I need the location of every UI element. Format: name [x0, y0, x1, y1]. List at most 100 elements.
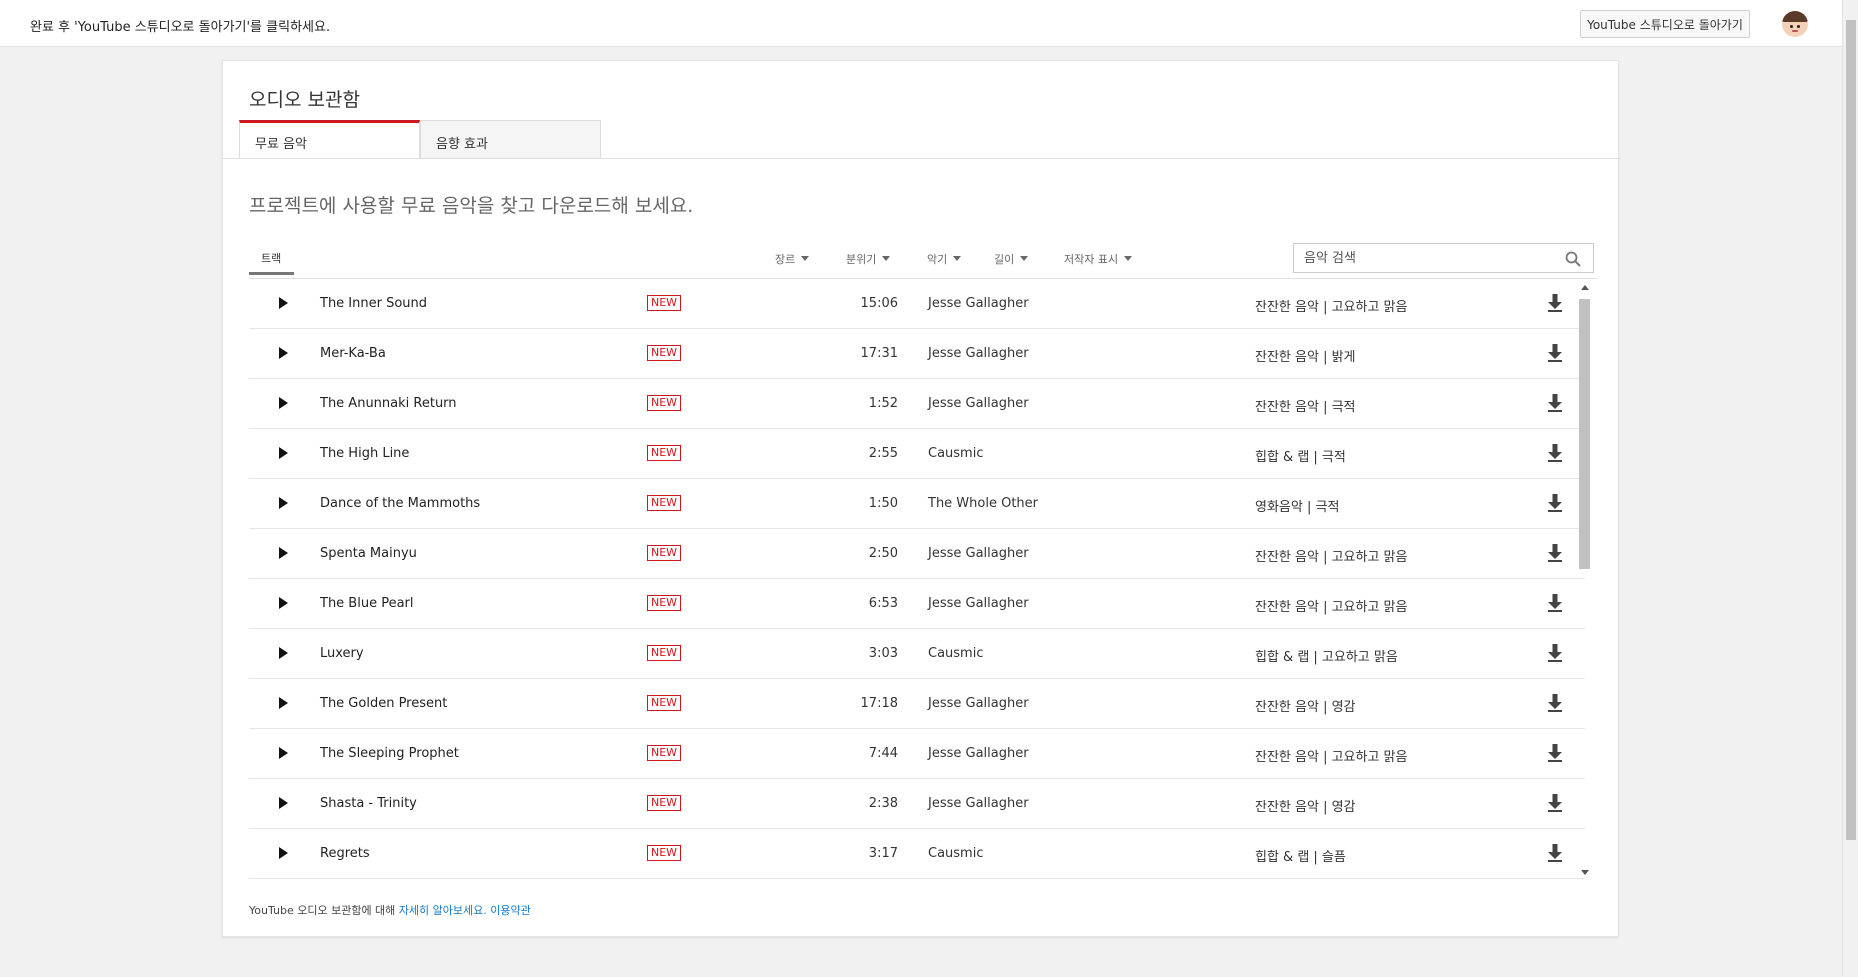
track-title[interactable]: Shasta - Trinity: [320, 796, 417, 811]
return-to-studio-button[interactable]: YouTube 스튜디오로 돌아가기: [1580, 10, 1750, 38]
download-icon[interactable]: [1546, 743, 1564, 763]
track-genre: 잔잔한 음악 | 고요하고 맑음: [1255, 550, 1408, 565]
track-title[interactable]: Luxery: [320, 646, 364, 661]
new-badge: NEW: [647, 695, 682, 711]
banner-message: 완료 후 'YouTube 스튜디오로 돌아가기'를 클릭하세요.: [30, 20, 331, 35]
track-title[interactable]: Dance of the Mammoths: [320, 496, 480, 511]
track-artist[interactable]: Jesse Gallagher: [928, 346, 1029, 361]
page-title: 오디오 보관함: [249, 89, 360, 111]
new-badge: NEW: [647, 495, 682, 511]
table-row[interactable]: The Golden Present NEW 17:18 Jesse Gallaghe…: [249, 679, 1585, 729]
play-icon[interactable]: [279, 597, 288, 609]
download-icon[interactable]: [1546, 793, 1564, 813]
play-icon[interactable]: [279, 697, 288, 709]
track-artist[interactable]: Causmic: [928, 646, 983, 661]
download-icon[interactable]: [1546, 693, 1564, 713]
table-row[interactable]: Shasta - Trinity NEW 2:38 Jesse Gallagher 잔잔…: [249, 779, 1585, 829]
table-row[interactable]: The High Line NEW 2:55 Causmic 힙합 & 랩 | 극적: [249, 429, 1585, 479]
track-artist[interactable]: Jesse Gallagher: [928, 396, 1029, 411]
play-icon[interactable]: [279, 397, 288, 409]
download-icon[interactable]: [1546, 643, 1564, 663]
new-badge: NEW: [647, 395, 682, 411]
track-title[interactable]: Regrets: [320, 846, 370, 861]
table-row[interactable]: The Anunnaki Return NEW 1:52 Jesse Gallaghe…: [249, 379, 1585, 429]
track-title[interactable]: The Inner Sound: [320, 296, 427, 311]
download-icon[interactable]: [1546, 593, 1564, 613]
table-row[interactable]: Spenta Mainyu NEW 2:50 Jesse Gallagher 잔잔한 음…: [249, 529, 1585, 579]
track-artist[interactable]: Jesse Gallagher: [928, 296, 1029, 311]
new-badge: NEW: [647, 545, 682, 561]
track-duration: 1:52: [868, 396, 898, 411]
track-artist[interactable]: Causmic: [928, 446, 983, 461]
chevron-down-icon: [882, 256, 891, 261]
play-icon[interactable]: [279, 447, 288, 459]
terms-link[interactable]: 이용약관: [490, 904, 530, 917]
play-icon[interactable]: [279, 297, 288, 309]
track-artist[interactable]: Jesse Gallagher: [928, 596, 1029, 611]
page-scrollbar[interactable]: [1842, 0, 1858, 977]
play-icon[interactable]: [279, 547, 288, 559]
download-icon[interactable]: [1546, 493, 1564, 513]
track-artist[interactable]: The Whole Other: [928, 496, 1038, 511]
track-title[interactable]: The Anunnaki Return: [320, 396, 457, 411]
play-icon[interactable]: [279, 847, 288, 859]
play-icon[interactable]: [279, 647, 288, 659]
new-badge: NEW: [647, 795, 682, 811]
track-title[interactable]: Mer-Ka-Ba: [320, 346, 386, 361]
top-banner: 완료 후 'YouTube 스튜디오로 돌아가기'를 클릭하세요. YouTub…: [0, 0, 1842, 47]
track-title[interactable]: The Golden Present: [320, 696, 447, 711]
filter-instrument[interactable]: 악기: [927, 251, 962, 267]
page-scrollbar-thumb[interactable]: [1846, 20, 1856, 840]
avatar[interactable]: [1782, 11, 1808, 37]
track-duration: 2:55: [868, 446, 898, 461]
track-duration: 1:50: [868, 496, 898, 511]
download-icon[interactable]: [1546, 343, 1564, 363]
search-icon[interactable]: [1564, 250, 1582, 268]
chevron-down-icon: [953, 256, 962, 261]
search-input[interactable]: [1294, 244, 1554, 272]
download-icon[interactable]: [1546, 443, 1564, 463]
download-icon[interactable]: [1546, 843, 1564, 863]
track-artist[interactable]: Jesse Gallagher: [928, 746, 1029, 761]
track-list-scrollbar-thumb[interactable]: [1579, 299, 1590, 569]
table-row[interactable]: Regrets NEW 3:17 Causmic 힙합 & 랩 | 슬픔: [249, 829, 1585, 879]
filter-duration[interactable]: 길이: [994, 251, 1029, 267]
chevron-down-icon: [801, 256, 810, 261]
table-row[interactable]: The Sleeping Prophet NEW 7:44 Jesse Gallagh…: [249, 729, 1585, 779]
table-row[interactable]: The Inner Sound NEW 15:06 Jesse Gallagher 잔잔…: [249, 279, 1585, 329]
download-icon[interactable]: [1546, 293, 1564, 313]
filter-genre[interactable]: 장르: [775, 251, 810, 267]
table-row[interactable]: Luxery NEW 3:03 Causmic 힙합 & 랩 | 고요하고 맑음: [249, 629, 1585, 679]
play-icon[interactable]: [279, 497, 288, 509]
filter-attribution[interactable]: 저작자 표시: [1064, 251, 1133, 267]
track-title[interactable]: The Sleeping Prophet: [320, 746, 459, 761]
new-badge: NEW: [647, 295, 682, 311]
track-genre: 잔잔한 음악 | 극적: [1255, 400, 1356, 415]
new-badge: NEW: [647, 595, 682, 611]
track-artist[interactable]: Causmic: [928, 846, 983, 861]
download-icon[interactable]: [1546, 543, 1564, 563]
new-badge: NEW: [647, 745, 682, 761]
track-title[interactable]: The High Line: [320, 446, 409, 461]
download-icon[interactable]: [1546, 393, 1564, 413]
track-artist[interactable]: Jesse Gallagher: [928, 546, 1029, 561]
track-title[interactable]: The Blue Pearl: [320, 596, 414, 611]
column-header-track[interactable]: 트랙: [249, 250, 294, 275]
play-icon[interactable]: [279, 747, 288, 759]
tab-free-music[interactable]: 무료 음악: [239, 120, 420, 159]
track-artist[interactable]: Jesse Gallagher: [928, 796, 1029, 811]
track-list-scrollbar[interactable]: [1577, 283, 1592, 877]
table-row[interactable]: Dance of the Mammoths NEW 1:50 The Whole Ot…: [249, 479, 1585, 529]
play-icon[interactable]: [279, 347, 288, 359]
table-row[interactable]: Mer-Ka-Ba NEW 17:31 Jesse Gallagher 잔잔한 음악 |…: [249, 329, 1585, 379]
track-artist[interactable]: Jesse Gallagher: [928, 696, 1029, 711]
learn-more-link[interactable]: 자세히 알아보세요.: [399, 904, 487, 917]
filter-mood[interactable]: 분위기: [846, 251, 891, 267]
scroll-down-icon[interactable]: [1581, 870, 1589, 875]
track-duration: 17:31: [860, 346, 898, 361]
tab-sound-effects[interactable]: 음향 효과: [420, 120, 601, 159]
play-icon[interactable]: [279, 797, 288, 809]
track-title[interactable]: Spenta Mainyu: [320, 546, 417, 561]
scroll-up-icon[interactable]: [1581, 285, 1589, 290]
table-row[interactable]: The Blue Pearl NEW 6:53 Jesse Gallagher 잔잔한 …: [249, 579, 1585, 629]
